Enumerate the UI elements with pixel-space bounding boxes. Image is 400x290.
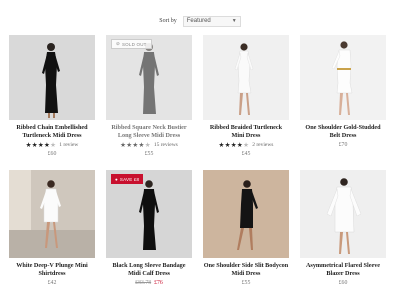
product-price: £60 — [47, 151, 57, 157]
product-rating: ★★★★★ 2 reviews — [203, 141, 289, 149]
product-price: £83.78 £76 — [106, 280, 192, 286]
product-rating: ★★★★★ 15 reviews — [106, 141, 192, 149]
product-image[interactable] — [203, 170, 289, 258]
white-dress-model-icon — [203, 35, 289, 120]
sale-badge: ● SAVE £8 — [111, 174, 144, 184]
white-dress-model-icon — [9, 170, 95, 258]
sort-value: Featured — [186, 18, 211, 24]
sort-bar: Sort by Featured ▼ — [0, 14, 400, 28]
product-image[interactable] — [300, 170, 386, 258]
circle-icon: ⊘ — [116, 41, 120, 46]
sort-select[interactable]: Featured ▼ — [182, 15, 241, 27]
badge-label: SOLD OUT — [121, 41, 147, 47]
product-card[interactable]: ● SAVE £8 Black Long Sleeve Bandage Midi … — [106, 170, 192, 286]
product-price: £70 — [338, 142, 348, 148]
product-image[interactable] — [9, 170, 95, 258]
product-image[interactable] — [9, 35, 95, 120]
product-title[interactable]: One Shoulder Gold-Studded Belt Dress — [300, 124, 386, 140]
product-price: £42 — [47, 280, 57, 286]
black-dress-model-icon — [9, 35, 95, 120]
badge-label: SAVE £8 — [119, 176, 140, 182]
review-count[interactable]: 2 reviews — [252, 142, 273, 148]
tag-icon: ● — [115, 176, 118, 182]
review-count[interactable]: 1 review — [59, 142, 78, 148]
white-dress-model-icon — [300, 35, 386, 120]
product-price: £45 — [241, 151, 251, 157]
product-rating: ★★★★★ 1 review — [9, 141, 95, 149]
product-title[interactable]: Ribbed Chain Embellished Turtleneck Midi… — [9, 124, 95, 140]
white-dress-model-icon — [300, 170, 386, 258]
product-card[interactable]: One Shoulder Side Slit Bodycon Midi Dres… — [203, 170, 289, 286]
product-image[interactable]: ⊘ SOLD OUT — [106, 35, 192, 120]
star-rating-icon: ★★★★★ — [25, 141, 57, 149]
original-price: £83.78 — [135, 280, 152, 286]
product-card[interactable]: Asymmetrical Flared Sleeve Blazer Dress … — [300, 170, 386, 286]
product-title[interactable]: Black Long Sleeve Bandage Midi Calf Dres… — [106, 262, 192, 278]
sold-out-badge: ⊘ SOLD OUT — [111, 39, 152, 49]
product-price: £60 — [338, 280, 348, 286]
sort-label: Sort by — [159, 18, 177, 24]
product-image[interactable]: ● SAVE £8 — [106, 170, 192, 258]
product-title[interactable]: White Deep-V Plunge Mini Shirtdress — [9, 262, 95, 278]
product-card[interactable]: One Shoulder Gold-Studded Belt Dress £70 — [300, 35, 386, 148]
product-card[interactable]: Ribbed Braided Turtleneck Mini Dress ★★★… — [203, 35, 289, 157]
product-card[interactable]: White Deep-V Plunge Mini Shirtdress £42 — [9, 170, 95, 286]
chevron-down-icon: ▼ — [231, 18, 237, 24]
sale-price: £76 — [154, 280, 163, 286]
black-dress-model-icon — [203, 170, 289, 258]
product-image[interactable] — [203, 35, 289, 120]
product-card[interactable]: ⊘ SOLD OUT Ribbed Square Neck Bustier Lon… — [106, 35, 192, 157]
review-count[interactable]: 15 reviews — [154, 142, 178, 148]
product-title[interactable]: Ribbed Square Neck Bustier Long Sleeve M… — [106, 124, 192, 140]
star-rating-icon: ★★★★★ — [218, 141, 250, 149]
product-card[interactable]: Ribbed Chain Embellished Turtleneck Midi… — [9, 35, 95, 157]
product-image[interactable] — [300, 35, 386, 120]
product-title[interactable]: Ribbed Braided Turtleneck Mini Dress — [203, 124, 289, 140]
product-price: £55 — [241, 280, 251, 286]
star-rating-icon: ★★★★★ — [120, 141, 151, 149]
product-title[interactable]: One Shoulder Side Slit Bodycon Midi Dres… — [203, 262, 289, 278]
product-title[interactable]: Asymmetrical Flared Sleeve Blazer Dress — [300, 262, 386, 278]
product-price: £55 — [144, 151, 154, 157]
